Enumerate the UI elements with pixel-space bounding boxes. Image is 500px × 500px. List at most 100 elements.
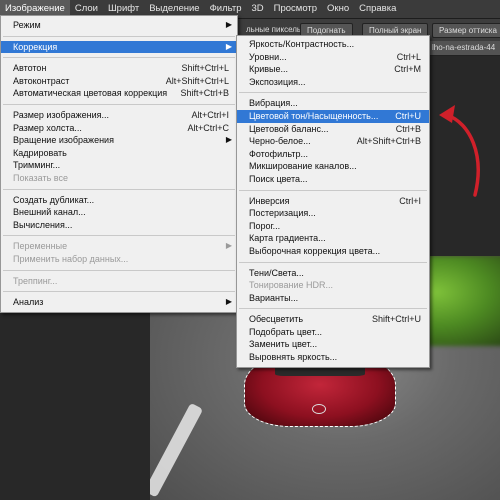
menu-item-levels[interactable]: Уровни... Ctrl+L [237, 51, 429, 64]
menu-item-label: Автотон [13, 63, 47, 74]
menu-item-hdr-toning[interactable]: Тонирование HDR... [237, 279, 429, 292]
menu-item-image-size[interactable]: Размер изображения... Alt+Ctrl+I [1, 109, 237, 122]
menu-item-shortcut: Shift+Ctrl+U [371, 314, 421, 325]
document-tab[interactable]: lho-na-estrada-44 [428, 41, 500, 56]
menu-item-desaturate[interactable]: Обесцветить Shift+Ctrl+U [237, 313, 429, 326]
menu-item-label: Показать все [13, 172, 68, 183]
menu-item-label: Подобрать цвет... [249, 326, 322, 337]
menu-item-match-color[interactable]: Подобрать цвет... [237, 326, 429, 339]
menu-item-crop[interactable]: Кадрировать [1, 147, 237, 160]
menu-item-shortcut: Ctrl+M [394, 64, 421, 75]
menu-item-autotone[interactable]: Автотон Shift+Ctrl+L [1, 62, 237, 75]
menu-item-label: Тонирование HDR... [249, 280, 333, 291]
menu-item-analysis[interactable]: Анализ ▶ [1, 296, 237, 309]
menu-item-label: Треппинг... [13, 275, 58, 286]
menu-item-label: Коррекция [13, 41, 58, 52]
menu-item-label: Варианты... [249, 292, 299, 303]
menu-item-label: Вычисления... [13, 219, 73, 230]
menu-separator [239, 261, 427, 263]
menu-window[interactable]: Окно [322, 0, 354, 18]
menu-item-label: Цветовой баланс... [249, 123, 329, 134]
menu-item-calculations[interactable]: Вычисления... [1, 219, 237, 232]
menu-item-exposure[interactable]: Экспозиция... [237, 76, 429, 89]
menu-item-curves[interactable]: Кривые... Ctrl+M [237, 63, 429, 76]
menu-item-canvas-size[interactable]: Размер холста... Alt+Ctrl+C [1, 122, 237, 135]
menu-item-label: Заменить цвет... [249, 339, 318, 350]
menu-item-label: Применить набор данных... [13, 253, 129, 264]
menu-item-apply-image[interactable]: Внешний канал... [1, 206, 237, 219]
image-menu: Режим ▶ Коррекция ▶ Автотон Shift+Ctrl+L… [0, 15, 238, 313]
menu-item-label: Уровни... [249, 51, 287, 62]
menu-item-selective-color[interactable]: Выборочная коррекция цвета... [237, 245, 429, 258]
menu-item-label: Инверсия [249, 195, 290, 206]
menu-item-label: Размер холста... [13, 122, 82, 133]
menu-item-duplicate[interactable]: Создать дубликат... [1, 194, 237, 207]
menu-item-variations[interactable]: Варианты... [237, 292, 429, 305]
menu-item-shadows-highlights[interactable]: Тени/Света... [237, 267, 429, 280]
menu-separator [3, 103, 235, 105]
menu-item-label: Цветовой тон/Насыщенность... [249, 110, 379, 121]
menu-item-mode[interactable]: Режим ▶ [1, 19, 237, 32]
menu-item-posterize[interactable]: Постеризация... [237, 207, 429, 220]
submenu-arrow-icon: ▶ [225, 241, 232, 251]
menu-item-shortcut: Shift+Ctrl+L [181, 63, 229, 74]
menu-item-label: Тримминг... [13, 160, 61, 171]
menu-item-label: Внешний канал... [13, 207, 86, 218]
menu-item-trim[interactable]: Тримминг... [1, 159, 237, 172]
menu-item-shortcut: Shift+Ctrl+B [180, 88, 229, 99]
menu-item-variables[interactable]: Переменные ▶ [1, 240, 237, 253]
menu-item-shortcut: Alt+Ctrl+C [187, 122, 229, 133]
menu-item-rotation[interactable]: Вращение изображения ▶ [1, 134, 237, 147]
menu-separator [3, 35, 235, 37]
menu-separator [3, 57, 235, 59]
menu-item-label: Выровнять яркость... [249, 352, 338, 363]
menu-separator [3, 269, 235, 271]
menu-item-reveal-all[interactable]: Показать все [1, 172, 237, 185]
menu-item-brightness-contrast[interactable]: Яркость/Контрастность... [237, 38, 429, 51]
menu-separator [239, 308, 427, 310]
menu-item-autocontrast[interactable]: Автоконтраст Alt+Shift+Ctrl+L [1, 75, 237, 88]
menu-item-label: Экспозиция... [249, 76, 306, 87]
menu-item-label: Автоконтраст [13, 75, 70, 86]
menu-item-shortcut: Alt+Ctrl+I [191, 109, 229, 120]
menu-item-label: Выборочная коррекция цвета... [249, 245, 381, 256]
menu-item-shortcut: Ctrl+L [396, 51, 421, 62]
submenu-arrow-icon: ▶ [225, 297, 232, 307]
menu-item-correction[interactable]: Коррекция ▶ [1, 40, 237, 54]
menu-item-label: Размер изображения... [13, 109, 110, 120]
menu-separator [3, 235, 235, 237]
menu-item-label: Автоматическая цветовая коррекция [13, 88, 168, 99]
menu-separator [239, 92, 427, 94]
menu-item-label: Яркость/Контрастность... [249, 39, 355, 49]
menu-item-label: Карта градиента... [249, 233, 326, 244]
submenu-arrow-icon: ▶ [225, 135, 232, 145]
menu-item-label: Фотофильтр... [249, 148, 308, 159]
menu-item-label: Порог... [249, 220, 281, 231]
menu-item-label: Тени/Света... [249, 267, 304, 278]
menu-item-label: Поиск цвета... [249, 173, 308, 184]
menu-help[interactable]: Справка [354, 0, 401, 18]
submenu-arrow-icon: ▶ [225, 20, 232, 29]
menu-item-label: Режим [13, 20, 41, 30]
menu-view[interactable]: Просмотр [269, 0, 322, 18]
menu-item-apply-dataset[interactable]: Применить набор данных... [1, 253, 237, 266]
menu-3d[interactable]: 3D [246, 0, 268, 18]
menu-item-label: Обесцветить [249, 314, 304, 325]
menu-item-trapping[interactable]: Треппинг... [1, 275, 237, 288]
menu-item-replace-color[interactable]: Заменить цвет... [237, 338, 429, 351]
menu-item-label: Кривые... [249, 64, 289, 75]
print-size-button[interactable]: Размер оттиска [432, 23, 500, 38]
menu-item-label: Создать дубликат... [13, 194, 95, 205]
menu-item-label: Анализ [13, 297, 44, 308]
menu-item-gradient-map[interactable]: Карта градиента... [237, 232, 429, 245]
menu-item-label: Кадрировать [13, 147, 67, 158]
menu-item-label: Переменные [13, 241, 68, 252]
menu-item-threshold[interactable]: Порог... [237, 220, 429, 233]
menu-item-equalize[interactable]: Выровнять яркость... [237, 351, 429, 364]
menu-item-shortcut: Alt+Shift+Ctrl+L [165, 75, 229, 86]
submenu-arrow-icon: ▶ [225, 41, 232, 51]
menu-separator [3, 291, 235, 293]
menu-separator [3, 188, 235, 190]
menu-item-autocolor[interactable]: Автоматическая цветовая коррекция Shift+… [1, 87, 237, 100]
annotation-arrow-icon [439, 105, 480, 197]
